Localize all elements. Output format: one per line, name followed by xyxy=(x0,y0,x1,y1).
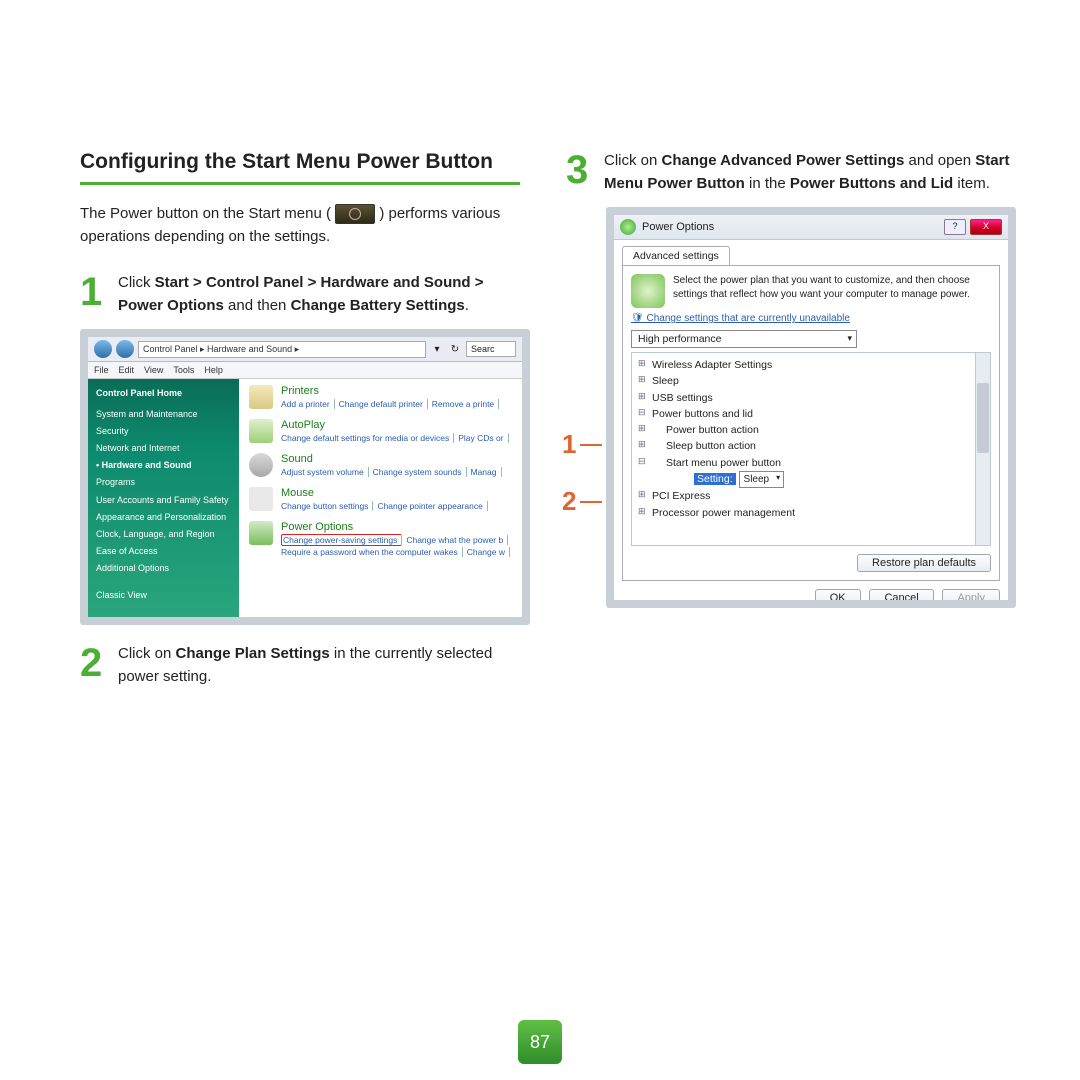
heading-rule xyxy=(80,182,520,185)
step-number: 3 xyxy=(566,150,594,195)
apply-button[interactable]: Apply xyxy=(942,589,1000,607)
tree-sleep-button-action[interactable]: Sleep button action xyxy=(638,438,988,454)
intro-text: The Power button on the Start menu ( ) p… xyxy=(80,203,530,248)
tab-advanced-settings[interactable]: Advanced settings xyxy=(622,246,730,265)
page-number: 87 xyxy=(518,1020,562,1064)
plan-select[interactable]: High performance xyxy=(631,330,857,348)
menu-bar[interactable]: FileEditViewToolsHelp xyxy=(88,362,522,379)
restore-defaults-button[interactable]: Restore plan defaults xyxy=(857,554,991,572)
power-button-icon xyxy=(335,204,375,224)
power-options-app-icon xyxy=(620,219,636,235)
callout-2: 2 xyxy=(562,486,602,517)
section-heading: Configuring the Start Menu Power Button xyxy=(80,150,530,174)
step-2: 2 Click on Change Plan Settings in the c… xyxy=(80,643,530,688)
window-title: Power Options xyxy=(642,221,944,233)
help-icon[interactable]: ? xyxy=(944,219,966,235)
mouse-icon xyxy=(249,487,273,511)
tree-power-buttons-and-lid[interactable]: Power buttons and lid xyxy=(638,406,988,422)
sound-icon xyxy=(249,453,273,477)
setting-dropdown[interactable]: Sleep xyxy=(739,471,785,489)
cp-sidebar[interactable]: Control Panel Home System and Maintenanc… xyxy=(88,379,239,617)
screenshot-power-options: Power Options ? X Advanced settings Sele… xyxy=(606,207,1016,608)
settings-tree[interactable]: Wireless Adapter Settings Sleep USB sett… xyxy=(631,352,991,546)
step-number: 1 xyxy=(80,272,108,317)
close-icon[interactable]: X xyxy=(970,219,1002,235)
search-input[interactable]: Searc xyxy=(466,341,516,357)
cp-main: PrintersAdd a printerChange default prin… xyxy=(239,379,522,617)
breadcrumb[interactable]: Control Panel ▸ Hardware and Sound ▸ xyxy=(138,341,426,358)
panel-description: Select the power plan that you want to c… xyxy=(673,274,991,308)
step-number: 2 xyxy=(80,643,108,688)
power-plan-icon xyxy=(631,274,665,308)
autoplay-icon xyxy=(249,419,273,443)
setting-label: Setting: xyxy=(694,473,736,485)
power-options-icon xyxy=(249,521,273,545)
forward-icon[interactable] xyxy=(116,340,134,358)
back-icon[interactable] xyxy=(94,340,112,358)
step-1: 1 Click Start > Control Panel > Hardware… xyxy=(80,272,530,317)
change-power-saving-link[interactable]: Change power-saving settings xyxy=(281,534,402,546)
step-3: 3 Click on Change Advanced Power Setting… xyxy=(566,150,1016,195)
callout-1: 1 xyxy=(562,429,602,460)
cancel-button[interactable]: Cancel xyxy=(869,589,933,607)
uac-link[interactable]: Change settings that are currently unava… xyxy=(631,313,991,324)
tree-start-menu-power-button[interactable]: Start menu power button xyxy=(638,455,988,471)
tree-power-button-action[interactable]: Power button action xyxy=(638,422,988,438)
ok-button[interactable]: OK xyxy=(815,589,861,607)
printers-icon xyxy=(249,385,273,409)
screenshot-control-panel: Control Panel ▸ Hardware and Sound ▸ ▾ ↻… xyxy=(80,329,530,625)
